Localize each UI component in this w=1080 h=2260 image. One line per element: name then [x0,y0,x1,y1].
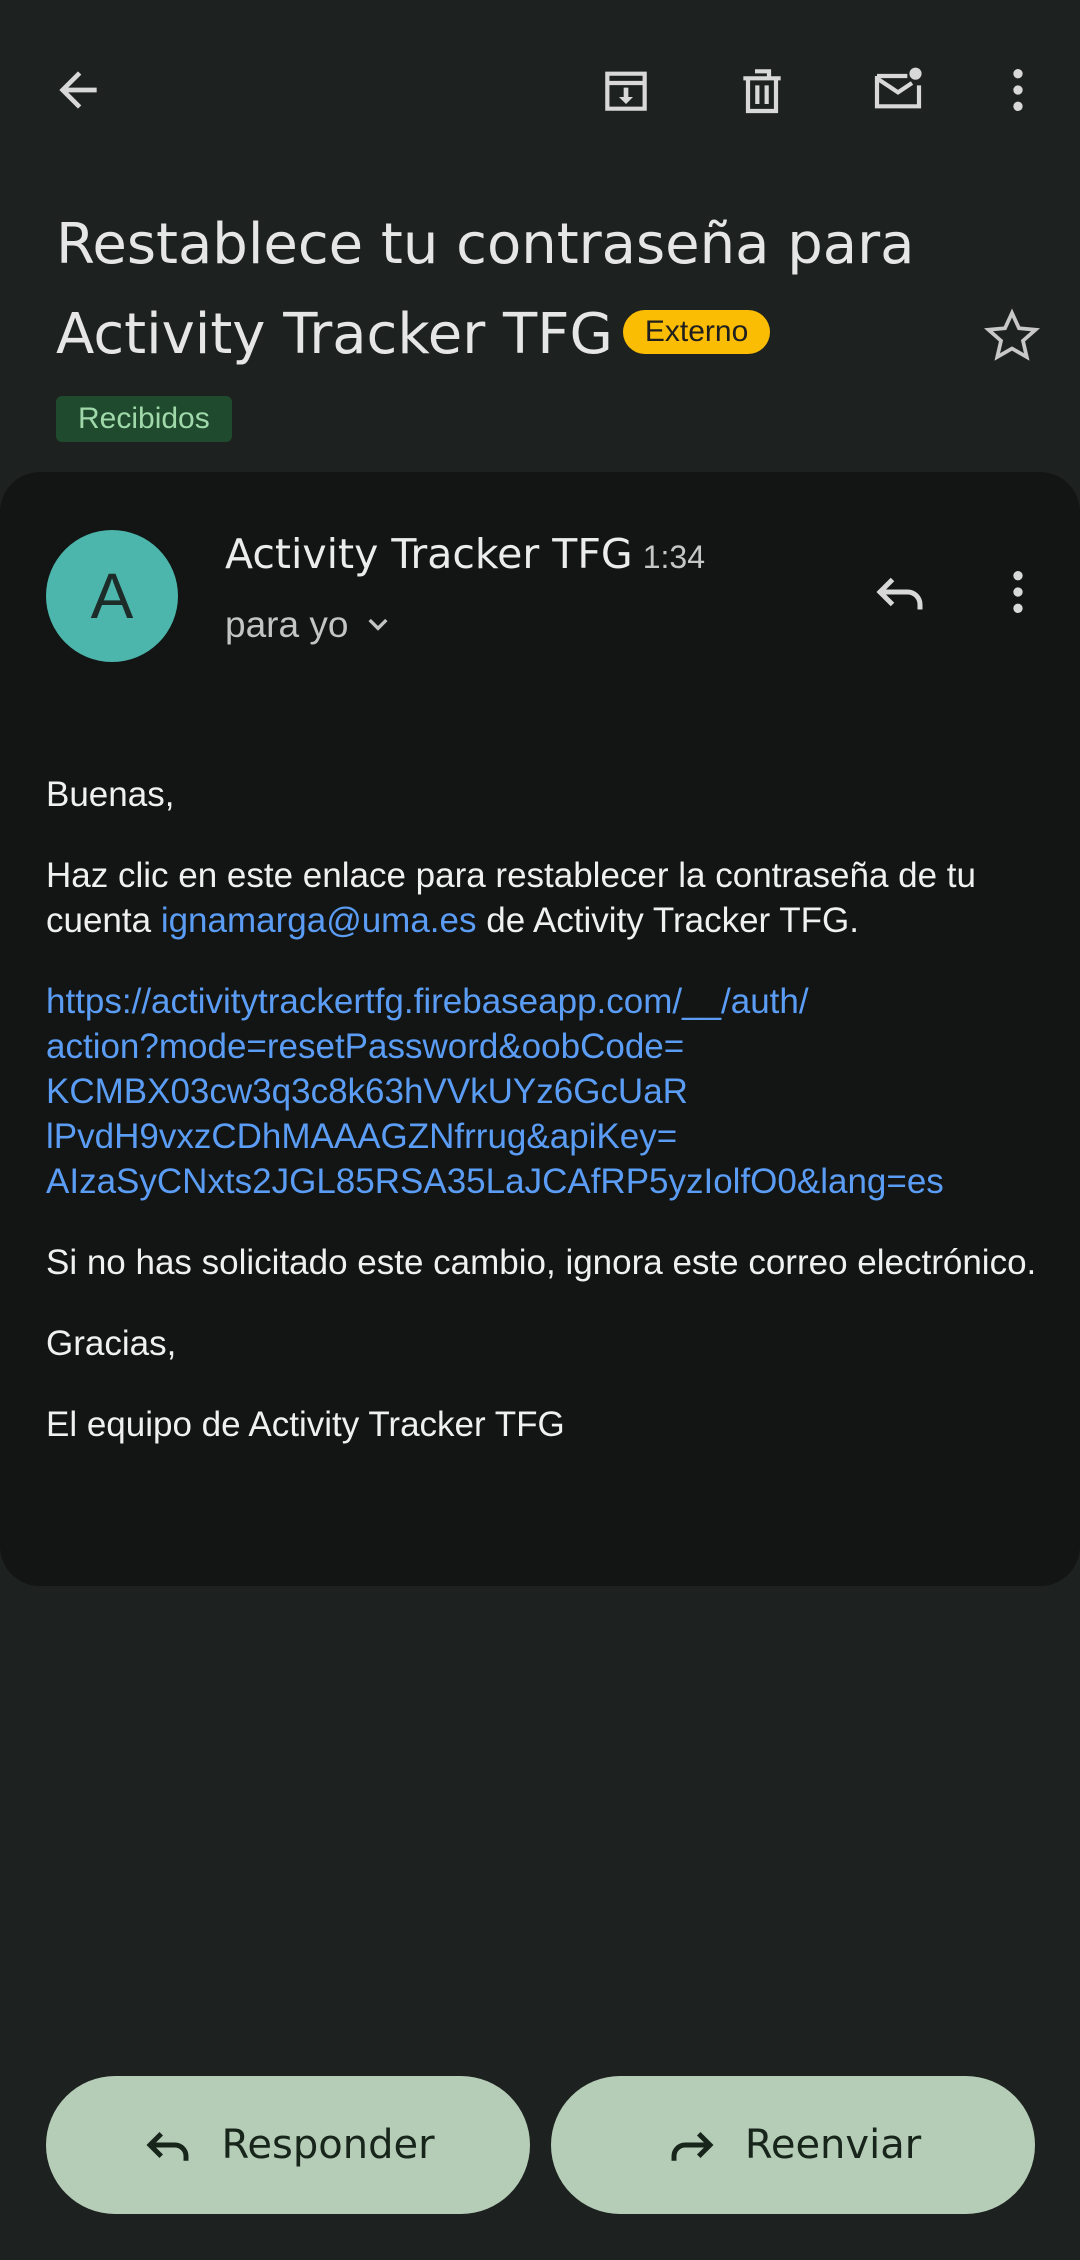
reply-button[interactable]: Responder [46,2076,530,2214]
instruction-text-end: de Activity Tracker TFG. [476,901,860,940]
reply-button-label: Responder [221,2122,435,2168]
sender-line: Activity Tracker TFG 1:34 [225,530,705,578]
signature-text: El equipo de Activity Tracker TFG [46,1405,565,1444]
mail-unread-icon [874,67,922,109]
email-subject: Restablece tu contraseña para Activity T… [56,200,956,380]
instruction-paragraph: Haz clic en este enlace para restablecer… [46,853,1046,943]
subject-line-2: Activity Tracker TFG Externo [56,290,956,380]
url-line: KCMBX03cw3q3c8k63hVVkUYz6GcUaR [46,1072,688,1111]
arrow-back-icon [59,71,97,109]
forward-button-label: Reenviar [744,2122,922,2168]
star-button[interactable] [968,292,1056,380]
url-line: AIzaSyCNxts2JGL85RSA35LaJCAfRP5yzIolfO0&… [46,1162,944,1201]
inbox-label-chip[interactable]: Recibidos [56,396,232,442]
subject-line-1: Restablece tu contraseña para [56,212,915,277]
star-icon [983,308,1041,361]
ignore-note: Si no has solicitado este cambio, ignora… [46,1243,1037,1282]
url-line: https://activitytrackertfg.firebaseapp.c… [46,982,809,1021]
message-time: 1:34 [642,539,705,575]
sender-name[interactable]: Activity Tracker TFG [225,530,633,578]
message-card: A Activity Tracker TFG 1:34 para yo Buena… [0,472,1080,1586]
archive-button[interactable] [578,42,674,138]
archive-icon [605,71,647,111]
reply-icon [876,577,923,610]
sender-avatar[interactable]: A [46,530,178,662]
url-line: action?mode=resetPassword&oobCode= [46,1027,685,1066]
chevron-down-icon [368,618,388,631]
mark-unread-button[interactable] [850,42,946,138]
message-more-button[interactable] [978,552,1058,632]
forward-icon [671,2131,714,2161]
delete-button[interactable] [714,42,810,138]
more-vert-icon [1013,571,1023,613]
message-body: Buenas, Haz clic en este enlace para res… [46,772,1046,1483]
reply-icon-button[interactable] [860,552,940,632]
recipient-text: para yo [225,604,349,645]
top-toolbar [0,0,1080,180]
forward-button[interactable]: Reenviar [551,2076,1035,2214]
greeting-text: Buenas, [46,775,175,814]
recipient-toggle[interactable]: para yo [225,604,398,646]
more-vert-icon [1013,69,1023,111]
back-button[interactable] [30,42,126,138]
url-line: lPvdH9vxzCDhMAAAGZNfrrug&apiKey= [46,1117,678,1156]
account-email-link[interactable]: ignamarga@uma.es [161,901,477,940]
thanks-text: Gracias, [46,1324,177,1363]
reset-password-link[interactable]: https://activitytrackertfg.firebaseapp.c… [46,979,1046,1204]
more-options-button[interactable] [970,42,1066,138]
reply-icon [146,2131,189,2161]
trash-icon [743,69,781,114]
external-badge: Externo [622,309,771,354]
subject-text: Activity Tracker TFG [56,302,613,367]
